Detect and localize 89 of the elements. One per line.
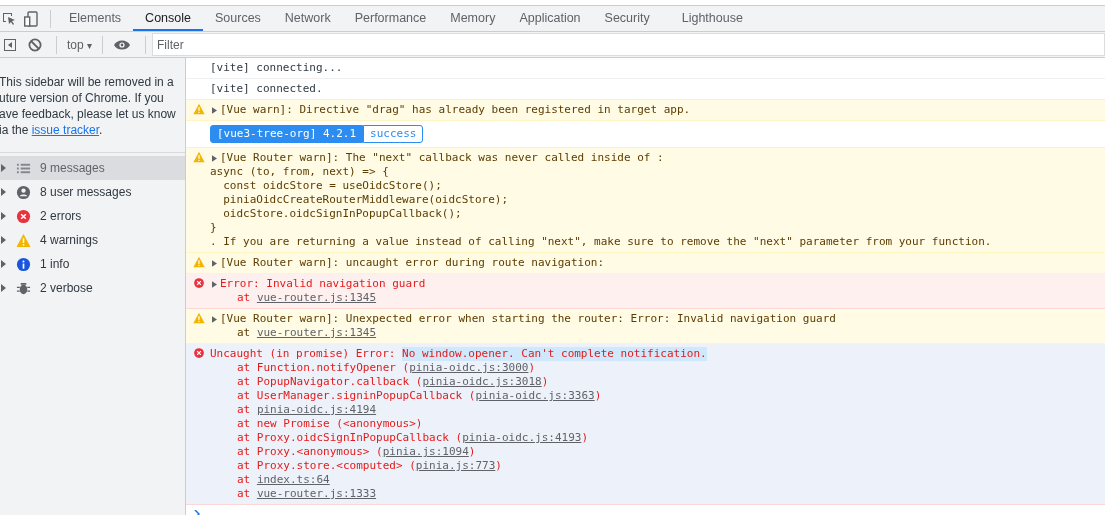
message-text: [Vue Router warn]: The "next" callback was never called inside of : bbox=[220, 151, 664, 165]
inspect-icon[interactable] bbox=[2, 11, 16, 26]
stack-frame-text: at bbox=[237, 326, 252, 340]
error-icon bbox=[193, 347, 205, 359]
source-link[interactable]: vue-router.js:1345 bbox=[256, 326, 377, 340]
stack-frame-text: at bbox=[237, 473, 252, 487]
warning-icon bbox=[193, 151, 205, 163]
expand-arrow-icon[interactable] bbox=[212, 154, 217, 162]
error-icon bbox=[193, 277, 205, 289]
stack-frame-text: at Function.notifyOpener ( bbox=[237, 361, 410, 375]
message-text: . If you are returning a value instead of calling "next", make sure to remove the "next" parameter from your function. bbox=[210, 235, 992, 249]
message-text: async (to, from, next) => { bbox=[210, 165, 389, 179]
message-text: [vite] connecting... bbox=[210, 61, 343, 75]
stack-frame-text: ) bbox=[468, 445, 476, 459]
message-filter-item[interactable]: 9 messages bbox=[0, 156, 185, 180]
stack-frame-text: at bbox=[237, 291, 252, 305]
source-link[interactable]: pinia-oidc.js:4193 bbox=[462, 431, 582, 445]
panel-tab[interactable]: Network bbox=[272, 6, 343, 31]
stack-frame-text: at bbox=[237, 403, 252, 417]
message-filter-item[interactable]: 2 verbose bbox=[0, 276, 185, 300]
message-text: [Vue Router warn]: Unexpected error when starting the router: Error: Invalid navigation guard bbox=[220, 312, 836, 326]
stack-frame-text: ) bbox=[581, 431, 588, 445]
error-icon bbox=[16, 208, 31, 224]
panel-tab[interactable]: Lighthouse bbox=[669, 6, 755, 31]
sidebar-notice-text: . bbox=[99, 123, 103, 137]
highlighted-text: No window.opener. Can't complete notification. bbox=[402, 347, 707, 361]
stack-frame-text: ) bbox=[541, 375, 549, 389]
message-text: Error: Invalid navigation guard bbox=[220, 277, 426, 291]
message-text: Uncaught (in promise) Error: bbox=[210, 347, 397, 361]
stack-frame-text: ) bbox=[594, 389, 602, 403]
message-text: [Vue Router warn]: uncaught error during route navigation: bbox=[220, 256, 605, 270]
source-link[interactable]: pinia-oidc.js:3000 bbox=[409, 361, 529, 375]
panel-tab[interactable]: Elements bbox=[57, 6, 134, 31]
issue-tracker-link[interactable]: issue tracker bbox=[31, 123, 100, 137]
stack-frame-text: at UserManager.signinPopupCallback ( bbox=[237, 389, 476, 403]
source-link[interactable]: pinia-oidc.js:3363 bbox=[475, 389, 595, 403]
user-icon bbox=[16, 184, 31, 200]
message-text: piniaOidcCreateRouterMiddleware(oidcStore); bbox=[222, 193, 508, 207]
message-filter-item[interactable]: 8 user messages bbox=[0, 180, 185, 204]
source-link[interactable]: pinia-oidc.js:3018 bbox=[422, 375, 542, 389]
panel-tab[interactable]: Performance bbox=[342, 6, 439, 31]
message-filter-item[interactable]: 4 warnings bbox=[0, 228, 185, 252]
eye-icon[interactable] bbox=[113, 38, 131, 51]
panel-tab[interactable]: Security bbox=[592, 6, 662, 31]
library-version-badge: [vue3-tree-org] 4.2.1 bbox=[210, 125, 364, 143]
source-link[interactable]: index.ts:64 bbox=[256, 473, 330, 487]
message-filter-item[interactable]: 1 info bbox=[0, 252, 185, 276]
expand-arrow-icon[interactable] bbox=[212, 315, 217, 323]
sidebar-notice-text: ave feedback, please let us know bbox=[0, 106, 176, 122]
filter-field[interactable]: Filter bbox=[152, 33, 1105, 56]
stack-frame-text: ) bbox=[495, 459, 502, 473]
source-link[interactable]: pinia-oidc.js:4194 bbox=[256, 403, 377, 417]
warning-icon bbox=[193, 312, 205, 324]
message-text: } bbox=[210, 221, 217, 235]
expand-arrow-icon[interactable] bbox=[212, 259, 217, 267]
panel-tab[interactable]: Sources bbox=[203, 6, 273, 31]
clear-console-icon[interactable] bbox=[28, 37, 42, 52]
bug-icon bbox=[16, 280, 31, 296]
context-dropdown[interactable]: top ▾ bbox=[63, 37, 96, 52]
message-filter-item[interactable]: 2 errors bbox=[0, 204, 185, 228]
expand-arrow-icon[interactable] bbox=[212, 280, 217, 288]
source-link[interactable]: vue-router.js:1333 bbox=[256, 487, 377, 501]
source-link[interactable]: vue-router.js:1345 bbox=[256, 291, 377, 305]
stack-frame-text: at Proxy.store.<computed> ( bbox=[237, 459, 416, 473]
stack-frame-text: at PopupNavigator.callback ( bbox=[237, 375, 423, 389]
message-text: const oidcStore = useOidcStore(); bbox=[222, 179, 442, 193]
warning-icon bbox=[193, 256, 205, 268]
message-text: [Vue warn]: Directive "drag" has already been registered in target app. bbox=[220, 103, 691, 117]
stack-frame-text: at Proxy.oidcSignInPopupCallback ( bbox=[237, 431, 463, 445]
stack-frame-text: at new Promise (<anonymous>) bbox=[237, 417, 423, 431]
sidebar-notice-text: ia the bbox=[0, 123, 30, 137]
status-badge: success bbox=[363, 125, 424, 143]
device-toolbar-icon[interactable] bbox=[24, 10, 38, 27]
sidebar-notice-text: This sidebar will be removed in a bbox=[0, 74, 174, 90]
source-link[interactable]: pinia.js:773 bbox=[415, 459, 496, 473]
stack-frame-text: ) bbox=[528, 361, 536, 375]
source-link[interactable]: pinia.js:1094 bbox=[382, 445, 469, 459]
stack-frame-text: at bbox=[237, 487, 252, 501]
sidebar-notice-text: uture version of Chrome. If you bbox=[0, 90, 164, 106]
message-text: oidcStore.oidcSignInPopupCallback(); bbox=[222, 207, 462, 221]
expand-arrow-icon[interactable] bbox=[212, 106, 217, 114]
stack-frame-text: at Proxy.<anonymous> ( bbox=[237, 445, 383, 459]
panel-tab[interactable]: Application bbox=[507, 6, 593, 31]
panel-tab[interactable]: Memory bbox=[438, 6, 508, 31]
sidebar-toggle-icon[interactable] bbox=[4, 38, 16, 51]
warning-icon bbox=[16, 232, 31, 248]
message-text: [vite] connected. bbox=[210, 82, 323, 96]
info-icon bbox=[16, 256, 31, 272]
warning-icon bbox=[193, 103, 205, 115]
